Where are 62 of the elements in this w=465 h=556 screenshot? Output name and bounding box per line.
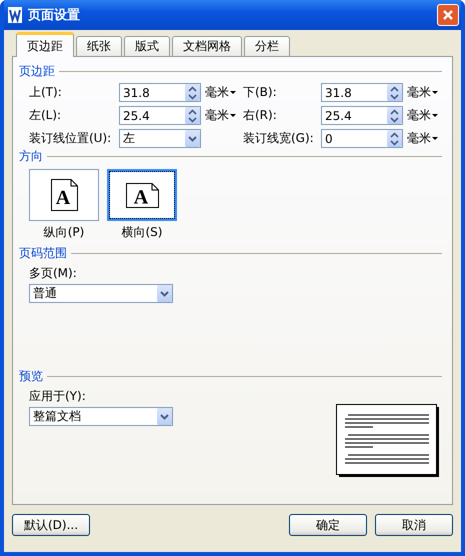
spin-button[interactable] xyxy=(185,84,200,101)
unit-dropdown[interactable]: 毫米 xyxy=(407,107,438,124)
tab[interactable]: 纸张 xyxy=(76,36,122,56)
spin-field[interactable]: 0 xyxy=(321,129,403,148)
unit-dropdown[interactable]: 毫米 xyxy=(407,84,438,101)
chevron-down-icon xyxy=(188,135,197,142)
section-heading: 预览 xyxy=(19,368,43,384)
spin-field[interactable]: 31.8 xyxy=(119,83,201,102)
spin-button[interactable] xyxy=(185,107,200,124)
spin-field[interactable]: 25.4 xyxy=(119,106,201,125)
caret-icon xyxy=(432,137,438,140)
caret-icon xyxy=(432,114,438,117)
dialog-button[interactable]: 确定 xyxy=(289,514,367,536)
window-title: 页面设置 xyxy=(28,7,81,24)
dropdown-button[interactable] xyxy=(157,285,172,302)
unit-dropdown[interactable]: 毫米 xyxy=(205,84,236,101)
field-label: 装订线宽(G): xyxy=(243,130,315,147)
field-label: 下(B): xyxy=(243,84,278,101)
orientation-button[interactable]: A xyxy=(29,169,99,221)
unit-dropdown[interactable]: 毫米 xyxy=(205,107,236,124)
spin-button[interactable] xyxy=(387,84,402,101)
field-label: 装订线位置(U): xyxy=(29,130,112,147)
section-heading: 页码范围 xyxy=(19,244,67,262)
field-label: 左(L): xyxy=(29,107,62,124)
field-label: 右(R): xyxy=(243,107,278,124)
spin-arrows-icon xyxy=(390,108,399,122)
spin-arrows-icon xyxy=(188,108,197,122)
caret-icon xyxy=(230,91,236,94)
tab[interactable]: 页边距 xyxy=(16,32,74,57)
spin-arrows-icon xyxy=(188,86,197,100)
tab[interactable]: 分栏 xyxy=(244,36,290,56)
field-label: 应用于(Y): xyxy=(29,388,87,405)
field-label: 上(T): xyxy=(29,84,63,101)
tab[interactable]: 版式 xyxy=(124,36,170,56)
unit-dropdown[interactable]: 毫米 xyxy=(407,130,438,147)
caret-icon xyxy=(432,91,438,94)
caret-icon xyxy=(230,114,236,117)
app-icon xyxy=(8,7,22,23)
spin-arrows-icon xyxy=(390,86,399,100)
dropdown-button[interactable] xyxy=(185,130,200,147)
dialog-button[interactable]: 默认(D)... xyxy=(12,514,90,536)
dropdown[interactable]: 整篇文档 xyxy=(29,407,173,426)
option-label: 纵向(P) xyxy=(44,224,84,241)
dropdown-button[interactable] xyxy=(157,408,172,425)
dropdown[interactable]: 普通 xyxy=(29,284,173,303)
dropdown[interactable]: 左 xyxy=(119,129,201,148)
spin-field[interactable]: 25.4 xyxy=(321,106,403,125)
option-label: 横向(S) xyxy=(122,224,162,241)
spin-button[interactable] xyxy=(387,130,402,147)
close-icon xyxy=(441,8,455,22)
spin-field[interactable]: 31.8 xyxy=(321,83,403,102)
section-heading: 页边距 xyxy=(19,62,55,80)
spin-button[interactable] xyxy=(387,107,402,124)
field-label: 多页(M): xyxy=(29,265,78,282)
chevron-down-icon xyxy=(160,290,169,297)
chevron-down-icon xyxy=(160,413,169,420)
spin-arrows-icon xyxy=(390,132,399,146)
close-button[interactable] xyxy=(437,4,459,26)
section-heading: 方向 xyxy=(19,148,43,164)
dialog-button[interactable]: 取消 xyxy=(375,514,453,536)
tab[interactable]: 文档网格 xyxy=(172,36,242,56)
orientation-button[interactable]: A xyxy=(107,169,177,221)
